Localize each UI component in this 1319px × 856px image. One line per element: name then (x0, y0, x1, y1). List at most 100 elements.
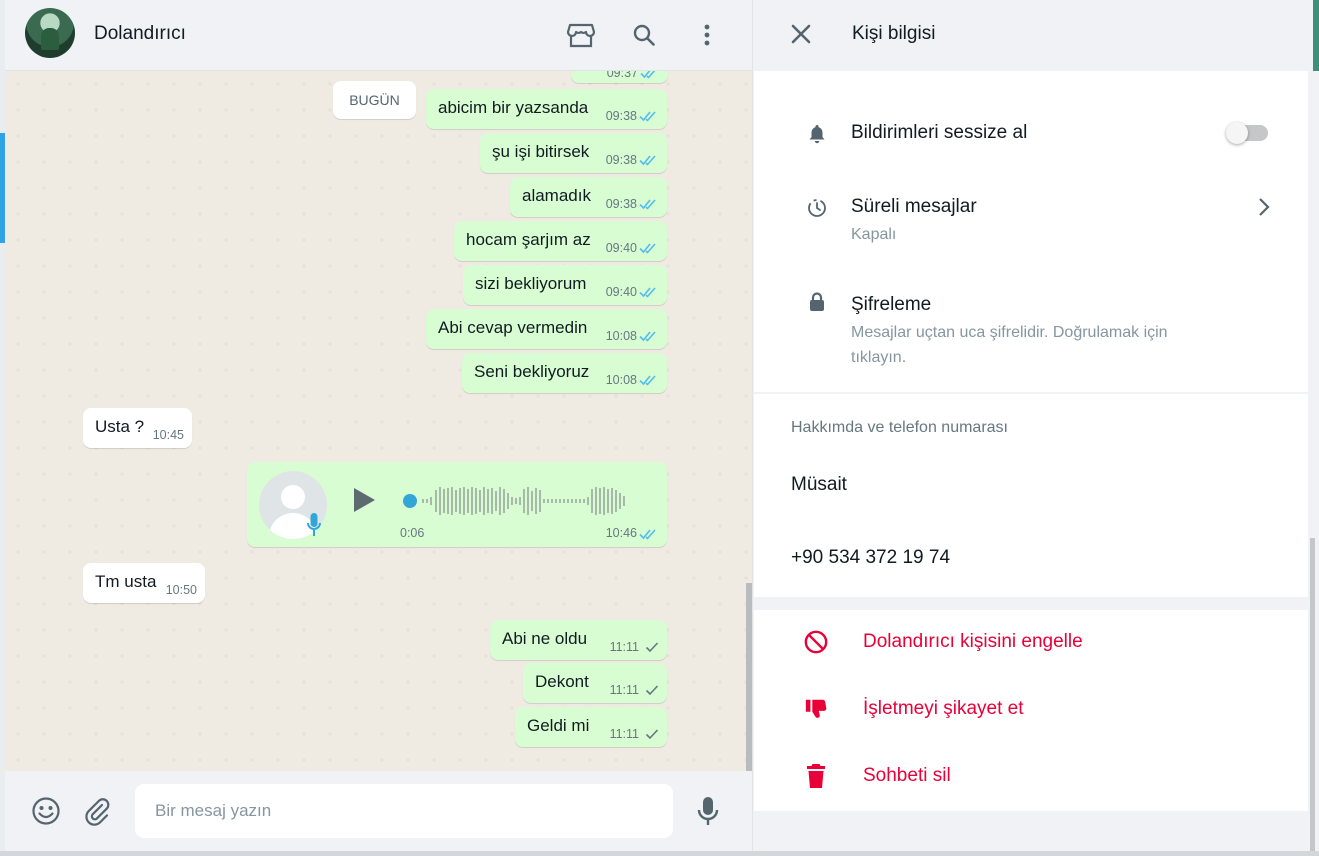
about-card: Hakkımda ve telefon numarası Müsait +90 … (754, 394, 1308, 597)
message-bubble-partial[interactable]: 09:37 (571, 71, 668, 83)
message-time: 10:08 (605, 329, 637, 343)
message-time: 10:08 (605, 373, 637, 387)
message-bubble[interactable]: abicim bir yazsanda 09:38 (426, 89, 667, 129)
contact-info-panel: Kişi bilgisi Bildirimleri sessize al Sür… (752, 0, 1319, 856)
about-section-label: Hakkımda ve telefon numarası (791, 419, 1008, 436)
read-ticks-icon (639, 331, 656, 342)
message-time: 09:40 (605, 241, 637, 255)
message-bubble[interactable]: Geldi mi 11:11 (515, 707, 667, 747)
contact-info-header: Kişi bilgisi (753, 0, 1319, 71)
encryption-description: Mesajlar uçtan uca şifrelidir. Doğrulama… (851, 324, 1168, 366)
message-bubble[interactable]: Abi cevap vermedin 10:08 (426, 309, 667, 349)
timer-icon (805, 196, 829, 220)
message-time: 10:50 (165, 583, 197, 597)
read-ticks-icon (639, 243, 656, 254)
message-text: Geldi mi (527, 716, 590, 735)
message-text: Abi ne oldu (502, 629, 588, 648)
contact-avatar[interactable] (25, 8, 75, 58)
voice-duration: 0:06 (400, 526, 425, 540)
message-bubble-incoming[interactable]: Usta ? 10:45 (83, 408, 192, 448)
disappearing-label: Süreli mesajlar (851, 196, 977, 217)
mute-toggle[interactable] (1226, 122, 1268, 144)
message-bubble[interactable]: sizi bekliyorum 09:40 (463, 265, 667, 305)
voice-message-bubble[interactable]: 0:06 10:46 (247, 462, 667, 547)
panel-scroll-track (1308, 0, 1319, 856)
voice-record-icon[interactable] (692, 795, 724, 827)
message-time: 09:38 (605, 109, 637, 123)
microphone-badge-icon (307, 513, 321, 536)
info-card-partial (754, 71, 1308, 98)
trash-icon (804, 764, 828, 788)
message-text: abicim bir yazsanda (438, 98, 589, 117)
message-bubble-incoming[interactable]: Tm usta 10:50 (83, 563, 205, 603)
message-time: 10:45 (152, 428, 184, 442)
panel-title: Kişi bilgisi (852, 23, 936, 44)
message-time: 09:38 (605, 197, 637, 211)
message-input[interactable] (135, 784, 673, 838)
mute-notifications-row[interactable]: Bildirimleri sessize al (754, 98, 1308, 168)
block-label: Dolandırıcı kişisini engelle (863, 631, 1083, 652)
read-ticks-icon (639, 111, 656, 122)
message-time: 10:46 (605, 526, 637, 540)
report-business-button[interactable]: İşletmeyi şikayet et (754, 678, 1308, 744)
read-ticks-icon (639, 199, 656, 210)
chat-header[interactable]: Dolandırıcı (5, 0, 752, 71)
mute-label: Bildirimleri sessize al (851, 122, 1028, 143)
message-time: 09:40 (605, 285, 637, 299)
panel-scrollbar[interactable] (1310, 538, 1315, 856)
contact-name[interactable]: Dolandırıcı (94, 23, 186, 45)
actions-card: Dolandırıcı kişisini engelle İşletmeyi ş… (754, 610, 1308, 811)
close-icon[interactable] (787, 20, 815, 48)
thumbs-down-icon (804, 697, 828, 721)
message-time: 11:11 (609, 727, 639, 741)
sent-tick-icon (645, 685, 659, 696)
search-icon[interactable] (629, 20, 659, 50)
encryption-label: Şifreleme (851, 294, 932, 315)
message-text: Abi cevap vermedin (438, 318, 588, 337)
block-contact-button[interactable]: Dolandırıcı kişisini engelle (754, 610, 1308, 676)
delete-chat-button[interactable]: Sohbeti sil (754, 745, 1308, 811)
message-list[interactable]: 09:37 BUGÜN abicim bir yazsanda 09:38 şu… (5, 71, 752, 771)
message-time: 09:37 (606, 71, 638, 80)
message-bubble[interactable]: hocam şarjım az 09:40 (454, 221, 667, 261)
message-text: hocam şarjım az (466, 230, 591, 249)
message-text: Usta ? (95, 417, 145, 436)
read-ticks-icon (639, 155, 656, 166)
message-bubble[interactable]: şu işi bitirsek 09:38 (480, 133, 667, 173)
disappearing-value: Kapalı (851, 226, 897, 243)
message-text: Tm usta (95, 572, 157, 591)
block-icon (804, 630, 828, 654)
disappearing-messages-row[interactable]: Süreli mesajlar Kapalı (754, 178, 1308, 258)
emoji-icon[interactable] (30, 795, 62, 827)
message-bubble[interactable]: Seni bekliyoruz 10:08 (462, 353, 667, 393)
date-separator: BUGÜN (333, 81, 416, 119)
read-ticks-icon (639, 287, 656, 298)
chat-settings-card: Bildirimleri sessize al Süreli mesajlar … (754, 98, 1308, 392)
message-bubble[interactable]: Abi ne oldu 11:11 (490, 620, 667, 660)
voice-waveform[interactable] (402, 484, 642, 518)
attach-icon[interactable] (81, 795, 113, 827)
message-text: Seni bekliyoruz (474, 362, 590, 381)
menu-dots-icon[interactable] (692, 20, 722, 50)
read-ticks-icon (640, 71, 656, 79)
chat-panel: Dolandırıcı 09:37 BUGÜN abicim bir yazsa… (5, 0, 752, 856)
phone-number[interactable]: +90 534 372 19 74 (791, 547, 950, 569)
window-bottom-border (0, 851, 1319, 856)
compose-bar (5, 771, 752, 851)
message-text: şu işi bitirsek (492, 142, 590, 161)
panel-accent (1313, 0, 1319, 71)
message-time: 09:38 (605, 153, 637, 167)
store-icon[interactable] (566, 20, 596, 50)
sent-tick-icon (645, 642, 659, 653)
encryption-row[interactable]: Şifreleme Mesajlar uçtan uca şifrelidir.… (754, 278, 1308, 378)
message-text: sizi bekliyorum (475, 274, 587, 293)
about-text: Müsait (791, 474, 847, 495)
message-time: 11:11 (609, 683, 639, 697)
play-icon[interactable] (351, 486, 377, 514)
chevron-right-icon (1259, 198, 1270, 216)
message-text: alamadık (522, 186, 591, 205)
report-label: İşletmeyi şikayet et (863, 698, 1024, 719)
message-bubble[interactable]: Dekont 11:11 (523, 663, 667, 703)
message-bubble[interactable]: alamadık 09:38 (510, 177, 667, 217)
lock-icon (805, 290, 829, 314)
